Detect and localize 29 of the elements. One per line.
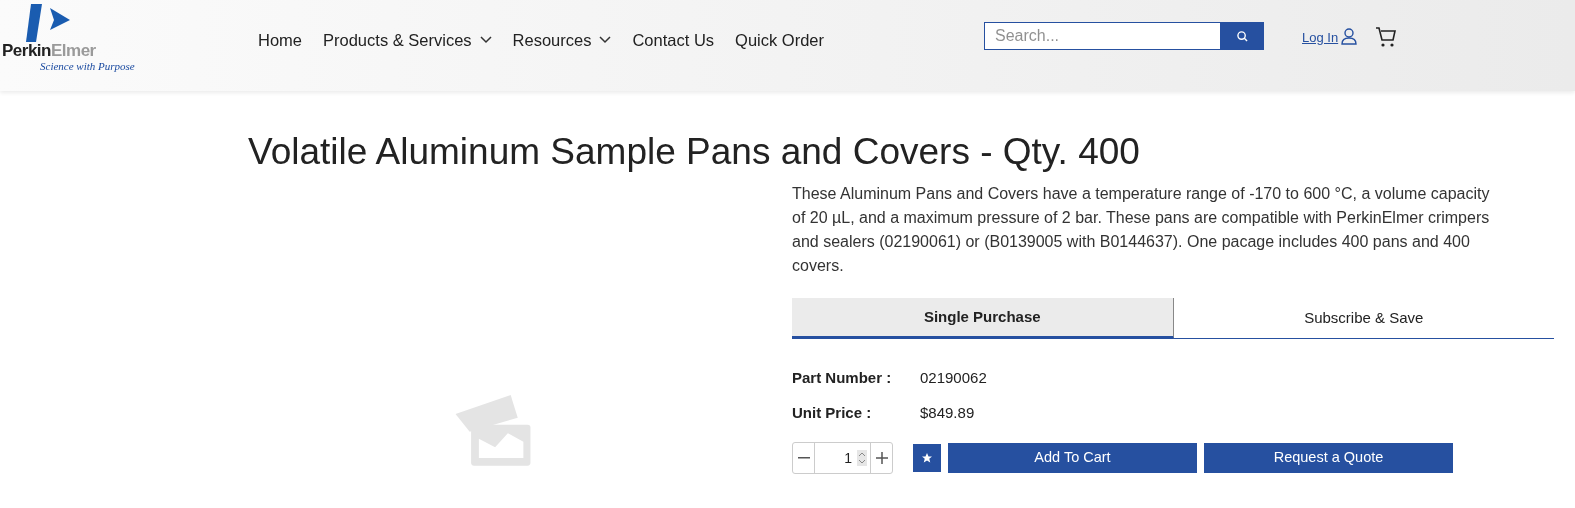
quantity-stepper[interactable]: 1 bbox=[792, 442, 893, 474]
detail-label: Part Number : bbox=[792, 368, 893, 388]
detail-value: 02190062 bbox=[920, 368, 987, 388]
purchase-tab[interactable]: Single Purchase bbox=[792, 298, 1174, 339]
nav-link[interactable]: Resources bbox=[512, 28, 612, 53]
quantity-value[interactable]: 1 bbox=[815, 447, 857, 469]
nav-link[interactable]: Products & Services bbox=[323, 28, 492, 53]
action-button[interactable]: Request a Quote bbox=[1204, 443, 1453, 473]
cart-icon[interactable] bbox=[1375, 26, 1398, 48]
product-title: Volatile Aluminum Sample Pans and Covers - Qty. 400 bbox=[248, 132, 1141, 172]
logo-wordmark: PerkinElmer bbox=[2, 42, 97, 60]
search-button[interactable] bbox=[1221, 22, 1264, 50]
search-field[interactable]: Search... bbox=[984, 22, 1221, 50]
detail-label: Unit Price : bbox=[792, 402, 873, 423]
detail-value: $849.89 bbox=[920, 402, 975, 423]
action-button[interactable]: Add To Cart bbox=[948, 443, 1197, 473]
nav-link[interactable]: Home bbox=[258, 28, 302, 53]
favorite-button[interactable] bbox=[913, 444, 941, 472]
chevron-down-icon bbox=[599, 36, 612, 45]
product-description: These Aluminum Pans and Covers have a temperature range of -170 to 600 °C, a volume capacity of 20 µL, and a maximum pressure of 2 bar. These pans are compatible with PerkinElmer crimpers and sealers (02190061) or (B0139005 with B0144637). One pacage includes 400 pans and 400 covers. bbox=[792, 184, 1491, 276]
spinner-icon[interactable] bbox=[857, 450, 867, 466]
nav-link[interactable]: Contact Us bbox=[632, 28, 715, 53]
star-icon bbox=[921, 452, 933, 464]
chevron-down-icon bbox=[479, 36, 492, 45]
nav-link[interactable]: Quick Order bbox=[735, 28, 824, 53]
login-link[interactable]: Log In bbox=[1302, 28, 1339, 48]
logo-tagline: Science with Purpose bbox=[39, 60, 136, 72]
search-icon bbox=[1237, 30, 1248, 42]
user-icon[interactable] bbox=[1341, 28, 1358, 45]
